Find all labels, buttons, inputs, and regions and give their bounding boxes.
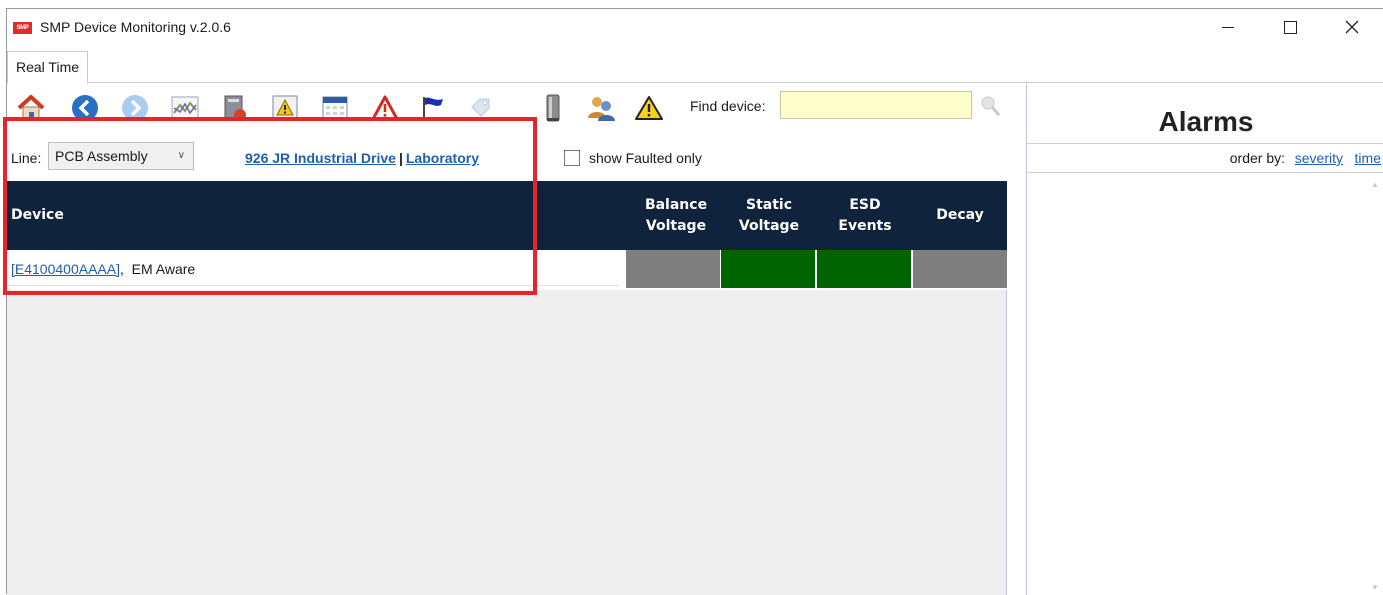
find-device-input[interactable] bbox=[780, 91, 972, 119]
device-separator: , bbox=[119, 261, 124, 277]
title-bar: SMP SMP Device Monitoring v.2.0.6 bbox=[7, 9, 1383, 45]
column-header-device[interactable]: Device bbox=[11, 181, 64, 250]
window-title: SMP Device Monitoring v.2.0.6 bbox=[40, 19, 231, 35]
alert-report-icon[interactable] bbox=[269, 92, 301, 124]
device-id-link[interactable]: [E4100400AAAA] bbox=[11, 261, 120, 277]
header-line: Static bbox=[745, 196, 792, 213]
device-icon[interactable] bbox=[537, 92, 569, 124]
table-row[interactable]: [E4100400AAAA], EM Aware bbox=[7, 250, 1007, 290]
column-header-static-voltage[interactable]: Static Voltage bbox=[722, 181, 816, 250]
grid-header: Device Balance Voltage Static Voltage ESD E… bbox=[7, 181, 1007, 250]
status-cell-esd-events[interactable] bbox=[817, 250, 911, 288]
address-link[interactable]: 926 JR Industrial Drive bbox=[245, 150, 396, 166]
device-cell: [E4100400AAAA], EM Aware bbox=[7, 250, 619, 286]
status-cell-decay[interactable] bbox=[913, 250, 1007, 288]
order-by-row: order by: severity time bbox=[1027, 143, 1383, 173]
maximize-button[interactable] bbox=[1267, 9, 1313, 45]
device-type: EM Aware bbox=[131, 261, 196, 277]
scroll-up-icon[interactable]: ▲ bbox=[1371, 180, 1379, 189]
status-cell-static-voltage[interactable] bbox=[721, 250, 815, 288]
filter-row: Line: PCB Assembly ∨ 926 JR Industrial D… bbox=[7, 138, 1025, 180]
location-link[interactable]: Laboratory bbox=[406, 150, 479, 166]
breadcrumb-separator: | bbox=[398, 150, 403, 166]
column-header-balance-voltage[interactable]: Balance Voltage bbox=[629, 181, 723, 250]
back-icon[interactable] bbox=[69, 92, 101, 124]
line-select[interactable]: PCB Assembly ∨ bbox=[48, 142, 194, 170]
find-device-label: Find device: bbox=[690, 98, 766, 114]
toolbar: Find device: bbox=[7, 84, 1025, 129]
chart-icon[interactable] bbox=[169, 92, 201, 124]
status-cell-balance-voltage[interactable] bbox=[626, 250, 720, 288]
device-grid: Device Balance Voltage Static Voltage ESD E… bbox=[7, 181, 1007, 595]
column-header-decay[interactable]: Decay bbox=[913, 181, 1007, 250]
line-label: Line: bbox=[11, 150, 42, 166]
forward-icon[interactable] bbox=[119, 92, 151, 124]
location-breadcrumb: 926 JR Industrial Drive | Laboratory bbox=[245, 150, 479, 166]
show-faulted-checkbox[interactable] bbox=[564, 150, 580, 166]
header-line: Balance bbox=[644, 196, 708, 213]
minimize-button[interactable] bbox=[1205, 9, 1251, 45]
order-by-label: order by: bbox=[1229, 150, 1285, 166]
home-icon[interactable] bbox=[15, 92, 47, 124]
order-by-time-link[interactable]: time bbox=[1355, 150, 1381, 166]
header-line: ESD bbox=[849, 196, 881, 213]
tab-real-time[interactable]: Real Time bbox=[7, 51, 89, 84]
search-user-icon[interactable] bbox=[975, 92, 1005, 120]
column-header-esd-events[interactable]: ESD Events bbox=[818, 181, 912, 250]
alarms-scrollbar[interactable]: ▲ ▼ bbox=[1368, 180, 1382, 592]
close-button[interactable] bbox=[1329, 9, 1375, 45]
line-select-value: PCB Assembly bbox=[55, 148, 148, 164]
alarms-pane: Alarms order by: severity time ▲ ▼ bbox=[1026, 84, 1383, 595]
app-window: SMP SMP Device Monitoring v.2.0.6 Real T… bbox=[6, 8, 1383, 595]
tab-strip: Real Time bbox=[7, 45, 1383, 84]
header-line: Voltage bbox=[645, 217, 707, 234]
scroll-down-icon[interactable]: ▼ bbox=[1371, 583, 1379, 592]
device-pane: Find device: Line: PCB Assembly ∨ 926 JR… bbox=[7, 84, 1025, 595]
alarm-icon[interactable] bbox=[369, 92, 401, 124]
header-line: Events bbox=[838, 217, 892, 234]
header-line: Voltage bbox=[738, 217, 800, 234]
app-logo-icon: SMP bbox=[13, 22, 32, 34]
users-icon[interactable] bbox=[585, 92, 617, 124]
alarms-title: Alarms bbox=[1158, 106, 1254, 137]
calendar-icon[interactable] bbox=[319, 92, 351, 124]
flag-icon[interactable] bbox=[417, 92, 449, 124]
warning-icon[interactable] bbox=[633, 92, 665, 124]
chevron-down-icon: ∨ bbox=[177, 150, 185, 161]
tag-icon[interactable] bbox=[465, 92, 497, 124]
show-faulted-label[interactable]: show Faulted only bbox=[589, 150, 702, 166]
order-by-severity-link[interactable]: severity bbox=[1295, 150, 1343, 166]
report-icon[interactable] bbox=[219, 92, 251, 124]
